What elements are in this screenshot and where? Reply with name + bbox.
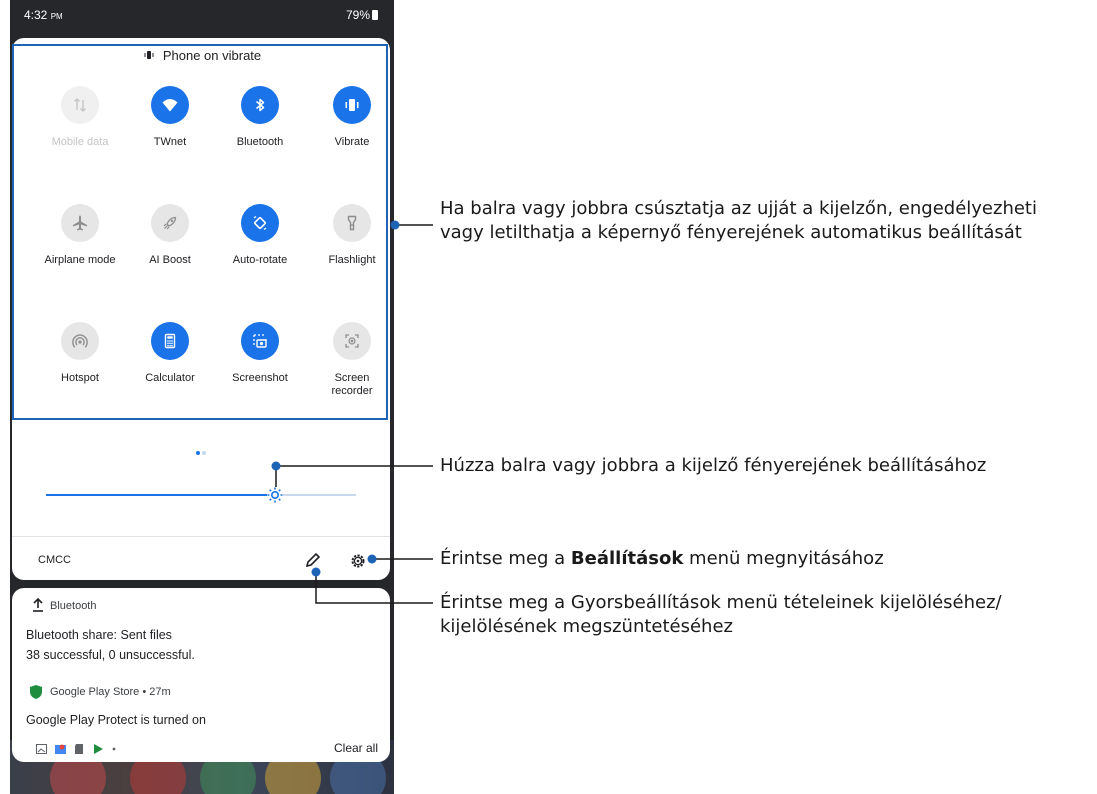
annotation-swipe: Ha balra vagy jobbra csúsztatja az ujját… — [440, 198, 1037, 243]
annotation-brightness: Húzza balra vagy jobbra a kijelző fényer… — [440, 455, 987, 476]
annotation-edit: Érintse meg a Gyorsbeállítások menü téte… — [440, 592, 1002, 637]
callout-lines — [271, 220, 433, 604]
annotation-settings: Érintse meg a Beállítások menü megnyitás… — [440, 548, 884, 569]
